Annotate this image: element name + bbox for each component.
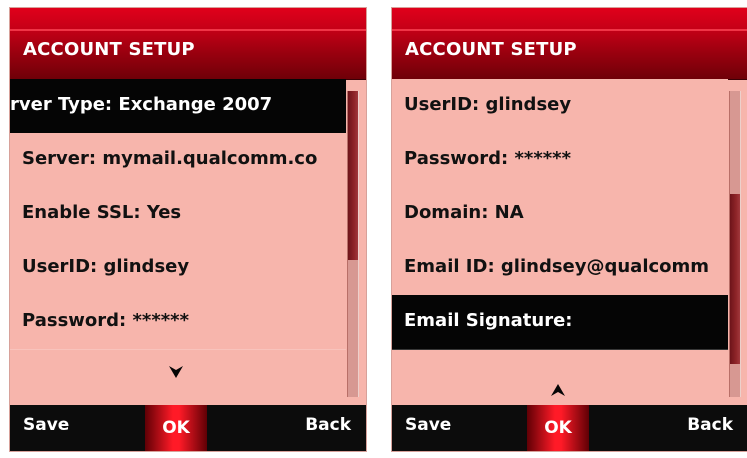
back-softkey[interactable]: Back (687, 415, 733, 435)
setting-row-email-signature[interactable]: Email Signature: (392, 295, 728, 350)
setting-row-server-type[interactable]: rver Type: Exchange 2007 (10, 79, 346, 134)
softkey-bar: Save OK Back (10, 405, 366, 451)
ok-label: OK (162, 418, 190, 438)
setting-label: rver Type: Exchange 2007 (10, 94, 273, 115)
scrollbar[interactable] (347, 91, 359, 397)
ok-softkey[interactable]: OK (145, 405, 207, 451)
header-bar: ACCOUNT SETUP (392, 8, 747, 80)
setting-row-email-id[interactable]: Email ID: glindsey@qualcomm (392, 241, 728, 296)
setting-label: Email ID: glindsey@qualcomm (404, 256, 710, 277)
scroll-thumb[interactable] (730, 194, 740, 364)
back-softkey[interactable]: Back (305, 415, 351, 435)
setting-row-enable-ssl[interactable]: Enable SSL: Yes (10, 187, 346, 242)
setting-row-server[interactable]: Server: mymail.qualcomm.co (10, 133, 346, 188)
phone-screen-right: ACCOUNT SETUP UserID: glindsey Password:… (392, 8, 747, 451)
arrow-down-icon (166, 362, 186, 382)
setting-label: UserID: glindsey (404, 94, 572, 115)
softkey-bar: Save OK Back (392, 405, 747, 451)
setting-row-domain[interactable]: Domain: NA (392, 187, 728, 242)
setting-row-userid[interactable]: UserID: glindsey (10, 241, 346, 296)
setting-row-password[interactable]: Password: ****** (10, 295, 346, 350)
scroll-thumb[interactable] (348, 91, 358, 260)
settings-list[interactable]: rver Type: Exchange 2007 Server: mymail.… (10, 79, 366, 405)
setting-label: Enable SSL: Yes (22, 202, 182, 223)
phone-screen-left: ACCOUNT SETUP rver Type: Exchange 2007 S… (10, 8, 366, 451)
setting-label: Email Signature: (404, 310, 573, 331)
save-softkey[interactable]: Save (23, 415, 69, 435)
settings-list[interactable]: UserID: glindsey Password: ****** Domain… (392, 79, 747, 405)
setting-label: Password: ****** (404, 148, 571, 169)
page-title: ACCOUNT SETUP (405, 39, 577, 60)
setting-label: Password: ****** (22, 310, 189, 331)
ok-label: OK (544, 418, 572, 438)
scrollbar[interactable] (729, 91, 741, 397)
save-softkey[interactable]: Save (405, 415, 451, 435)
setting-label: UserID: glindsey (22, 256, 190, 277)
header-bar: ACCOUNT SETUP (10, 8, 366, 80)
setting-row-password[interactable]: Password: ****** (392, 133, 728, 188)
page-title: ACCOUNT SETUP (23, 39, 195, 60)
setting-label: Domain: NA (404, 202, 524, 223)
ok-softkey[interactable]: OK (527, 405, 589, 451)
setting-row-userid[interactable]: UserID: glindsey (392, 79, 728, 134)
setting-label: Server: mymail.qualcomm.co (22, 148, 318, 169)
arrow-up-icon (548, 380, 568, 400)
